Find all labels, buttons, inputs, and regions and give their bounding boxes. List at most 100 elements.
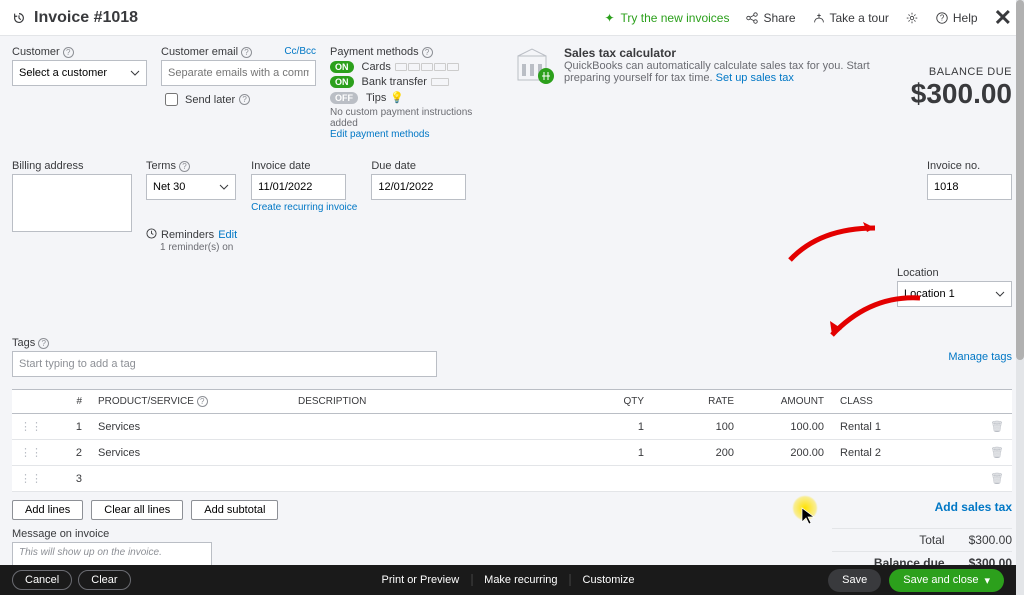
balance-due-amount: $300.00 (911, 78, 1012, 110)
cc-bcc-link[interactable]: Cc/Bcc (284, 46, 316, 58)
tips-label: Tips (366, 92, 386, 104)
help-icon[interactable]: ? (239, 94, 250, 105)
make-recurring-link[interactable]: Make recurring (472, 574, 570, 586)
rate-cell[interactable]: 200 (652, 440, 742, 466)
send-later-checkbox[interactable] (165, 93, 178, 106)
rate-cell[interactable] (652, 466, 742, 492)
help-icon[interactable]: ? (422, 47, 433, 58)
table-row[interactable]: ⋮⋮1Services1100100.00Rental 1🗑 (12, 414, 1012, 440)
product-cell[interactable] (90, 466, 290, 492)
table-row[interactable]: ⋮⋮3🗑 (12, 466, 1012, 492)
customer-email-input[interactable] (161, 60, 316, 86)
location-label: Location (897, 267, 1012, 279)
send-later-label: Send later (185, 94, 235, 106)
amount-cell[interactable] (742, 466, 832, 492)
help-icon[interactable]: ? (179, 161, 190, 172)
try-new-invoices-link[interactable]: ✦Try the new invoices (603, 11, 730, 25)
sales-tax-icon (514, 46, 554, 86)
drag-handle-icon[interactable]: ⋮⋮ (12, 440, 50, 466)
set-up-sales-tax-link[interactable]: Set up sales tax (716, 72, 794, 84)
add-subtotal-button[interactable]: Add subtotal (191, 500, 278, 520)
help-link[interactable]: ?Help (935, 11, 978, 25)
reminders-label: Reminders (161, 229, 214, 241)
description-cell[interactable] (290, 414, 592, 440)
trash-icon[interactable]: 🗑 (982, 414, 1012, 440)
trash-icon[interactable]: 🗑 (982, 440, 1012, 466)
terms-label: Terms? (146, 160, 237, 172)
manage-tags-link[interactable]: Manage tags (948, 351, 1012, 363)
reminders-edit-link[interactable]: Edit (218, 229, 237, 241)
invoice-date-input[interactable] (251, 174, 346, 200)
description-cell[interactable] (290, 440, 592, 466)
balance-due-label: BALANCE DUE (911, 66, 1012, 78)
clear-all-lines-button[interactable]: Clear all lines (91, 500, 183, 520)
invoice-no-input[interactable] (927, 174, 1012, 200)
edit-payment-methods-link[interactable]: Edit payment methods (330, 129, 500, 140)
table-row[interactable]: ⋮⋮2Services 1200200.00Rental 2🗑 (12, 440, 1012, 466)
drag-handle-icon[interactable]: ⋮⋮ (12, 466, 50, 492)
customer-select[interactable]: Select a customer (12, 60, 147, 86)
qty-cell[interactable]: 1 (592, 440, 652, 466)
qty-cell[interactable]: 1 (592, 414, 652, 440)
print-preview-link[interactable]: Print or Preview (370, 574, 473, 586)
line-items-table: # PRODUCT/SERVICE ? DESCRIPTION QTY RATE… (12, 389, 1012, 492)
col-description: DESCRIPTION (290, 390, 592, 414)
product-cell[interactable]: Services (90, 414, 290, 440)
class-cell[interactable]: Rental 1 (832, 414, 982, 440)
sparkle-icon: ✦ (603, 11, 617, 25)
help-icon[interactable]: ? (63, 47, 74, 58)
save-button[interactable]: Save (828, 569, 881, 592)
location-select[interactable]: Location 1 (897, 281, 1012, 307)
settings-link[interactable] (905, 11, 919, 25)
invoice-no-label: Invoice no. (927, 160, 1012, 172)
cards-toggle[interactable]: ON (330, 61, 354, 73)
bank-toggle[interactable]: ON (330, 76, 354, 88)
share-icon (745, 11, 759, 25)
trash-icon[interactable]: 🗑 (982, 466, 1012, 492)
share-link[interactable]: Share (745, 11, 795, 25)
scrollbar-thumb[interactable] (1016, 0, 1024, 360)
col-qty: QTY (592, 390, 652, 414)
clear-button[interactable]: Clear (78, 570, 130, 590)
balance-due-amount: $300.00 (969, 556, 1012, 565)
help-icon[interactable]: ? (241, 47, 252, 58)
tips-toggle[interactable]: OFF (330, 92, 358, 104)
terms-select[interactable]: Net 30 (146, 174, 236, 200)
class-cell[interactable] (832, 466, 982, 492)
amount-cell[interactable]: 100.00 (742, 414, 832, 440)
chevron-down-icon: ▾ (984, 574, 990, 587)
due-date-input[interactable] (371, 174, 466, 200)
help-icon[interactable]: ? (38, 338, 49, 349)
no-custom-instructions: No custom payment instructions added (330, 107, 500, 129)
col-class: CLASS (832, 390, 982, 414)
customize-link[interactable]: Customize (571, 574, 647, 586)
billing-address-label: Billing address (12, 160, 132, 172)
add-sales-tax-link[interactable]: Add sales tax (832, 500, 1012, 514)
sales-tax-box: Sales tax calculatorQuickBooks can autom… (514, 46, 897, 86)
row-number: 2 (50, 440, 90, 466)
header: Invoice #1018 ✦Try the new invoices Shar… (0, 0, 1024, 36)
col-rate: RATE (652, 390, 742, 414)
tax-title: Sales tax calculator (564, 46, 676, 60)
close-icon[interactable]: ✕ (994, 5, 1012, 31)
take-tour-link[interactable]: Take a tour (812, 11, 889, 25)
class-cell[interactable]: Rental 2 (832, 440, 982, 466)
drag-handle-icon[interactable]: ⋮⋮ (12, 414, 50, 440)
create-recurring-link[interactable]: Create recurring invoice (251, 202, 357, 213)
save-and-close-button[interactable]: Save and close▾ (889, 569, 1004, 592)
add-lines-button[interactable]: Add lines (12, 500, 83, 520)
product-cell[interactable]: Services (90, 440, 290, 466)
amount-cell[interactable]: 200.00 (742, 440, 832, 466)
scrollbar[interactable] (1016, 0, 1024, 595)
rate-cell[interactable]: 100 (652, 414, 742, 440)
tags-input[interactable]: Start typing to add a tag (12, 351, 437, 377)
reminders-count: 1 reminder(s) on (160, 242, 237, 253)
help-icon[interactable]: ? (197, 396, 208, 407)
billing-address-input[interactable] (12, 174, 132, 232)
history-icon[interactable] (12, 11, 26, 25)
invoice-date-label: Invoice date (251, 160, 357, 172)
qty-cell[interactable] (592, 466, 652, 492)
cancel-button[interactable]: Cancel (12, 570, 72, 590)
description-cell[interactable] (290, 466, 592, 492)
message-invoice-input[interactable]: This will show up on the invoice. (12, 542, 212, 565)
